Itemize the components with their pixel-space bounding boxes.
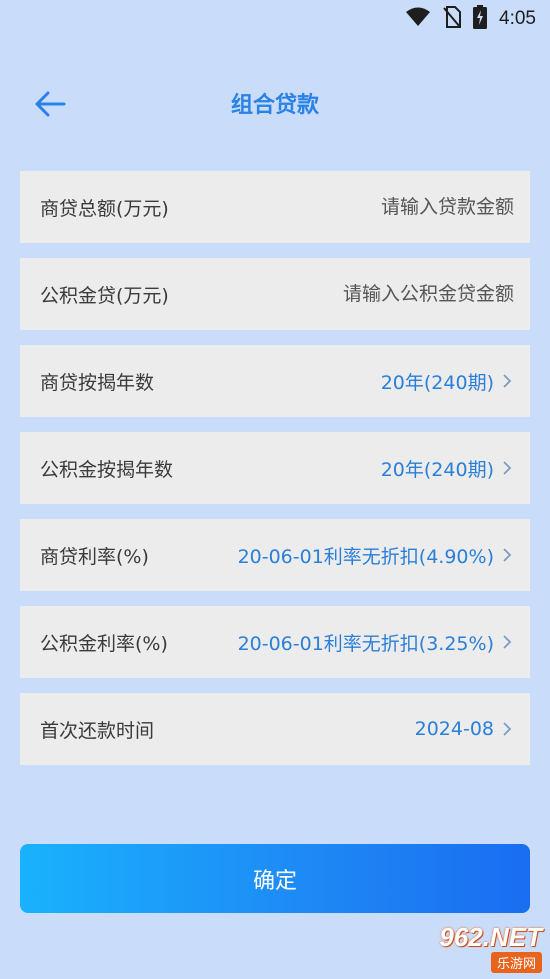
row-value (254, 283, 514, 305)
page-title: 组合贷款 (230, 93, 319, 118)
chevron-right-icon (502, 373, 514, 389)
arrow-left-icon (34, 91, 66, 121)
row-value: 20年(240期) (381, 368, 514, 395)
commercial-loan-rate-value: 20-06-01利率无折扣(4.90%) (237, 545, 494, 568)
commercial-loan-amount-row[interactable]: 商贷总额(万元) (20, 171, 530, 243)
provident-fund-rate-row[interactable]: 公积金利率(%) 20-06-01利率无折扣(3.25%) (20, 606, 530, 678)
provident-fund-years-value: 20年(240期) (380, 458, 494, 481)
provident-fund-rate-value: 20-06-01利率无折扣(3.25%) (237, 632, 494, 655)
watermark-sub: 乐游网 (490, 952, 542, 973)
battery-charging-icon (473, 5, 488, 33)
no-sim-icon (443, 6, 462, 32)
row-value: 2024-08 (415, 718, 514, 740)
status-bar: 4:05 (0, 0, 550, 38)
row-label: 首次还款时间 (40, 719, 155, 742)
back-button[interactable] (30, 88, 70, 124)
row-value: 20年(240期) (381, 455, 514, 482)
chevron-right-icon (502, 721, 514, 737)
row-value (254, 196, 514, 218)
status-time: 4:05 (499, 8, 536, 29)
row-value: 20-06-01利率无折扣(4.90%) (238, 542, 514, 569)
chevron-right-icon (502, 634, 514, 650)
row-value: 20-06-01利率无折扣(3.25%) (238, 629, 514, 656)
row-label: 商贷总额(万元) (40, 197, 169, 220)
first-repayment-date-row[interactable]: 首次还款时间 2024-08 (20, 693, 530, 765)
row-label: 商贷按揭年数 (40, 371, 155, 394)
provident-fund-loan-amount-row[interactable]: 公积金贷(万元) (20, 258, 530, 330)
chevron-right-icon (502, 547, 514, 563)
confirm-button[interactable]: 确定 (20, 844, 530, 913)
status-icons: 4:05 (405, 5, 536, 33)
commercial-loan-years-row[interactable]: 商贷按揭年数 20年(240期) (20, 345, 530, 417)
provident-fund-loan-amount-input[interactable] (254, 283, 514, 305)
row-label: 公积金利率(%) (40, 632, 168, 655)
provident-fund-years-row[interactable]: 公积金按揭年数 20年(240期) (20, 432, 530, 504)
chevron-right-icon (502, 460, 514, 476)
wifi-icon (405, 7, 431, 31)
row-label: 公积金按揭年数 (40, 458, 174, 481)
commercial-loan-amount-input[interactable] (254, 196, 514, 218)
watermark-brand: 962.NET (439, 922, 542, 952)
row-label: 商贷利率(%) (40, 545, 149, 568)
form-list: 商贷总额(万元) 公积金贷(万元) 商贷按揭年数 20年(240期) 公积金按揭… (20, 171, 530, 780)
site-watermark: 962.NET 乐游网 (407, 923, 542, 973)
first-repayment-date-value: 2024-08 (414, 718, 494, 740)
commercial-loan-rate-row[interactable]: 商贷利率(%) 20-06-01利率无折扣(4.90%) (20, 519, 530, 591)
row-label: 公积金贷(万元) (40, 284, 169, 307)
commercial-loan-years-value: 20年(240期) (380, 371, 494, 394)
